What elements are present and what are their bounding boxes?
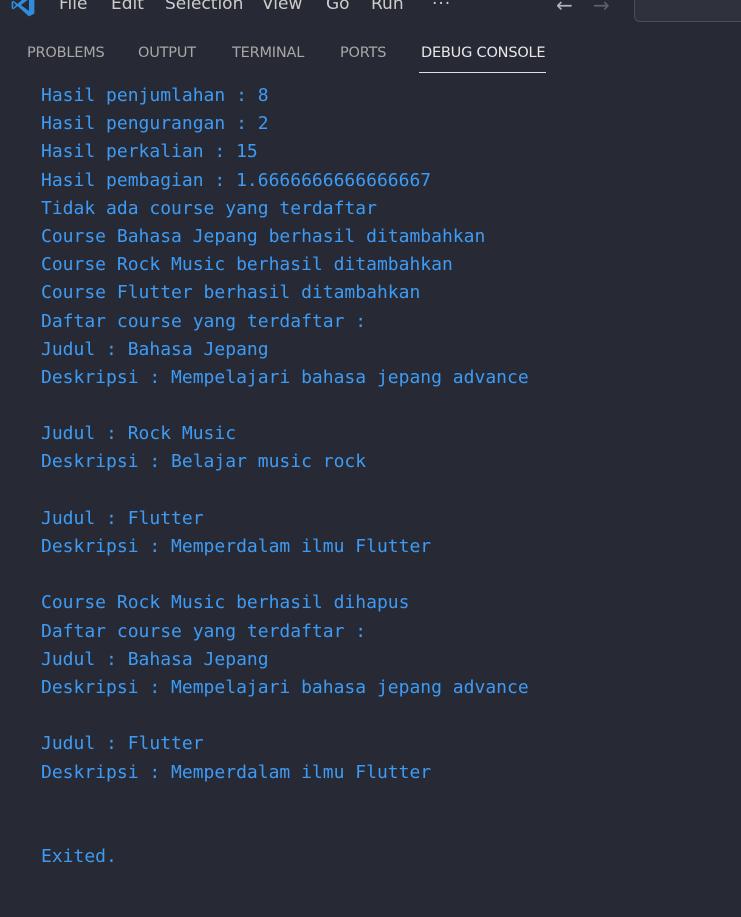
console-line: Judul : Bahasa Jepang: [41, 338, 269, 360]
console-line: Judul : Flutter: [41, 507, 204, 529]
panel-tabs: PROBLEMS OUTPUT TERMINAL PORTS DEBUG CON…: [0, 36, 741, 76]
console-line: Judul : Flutter: [41, 733, 204, 755]
menu-more-icon[interactable]: ···: [432, 0, 451, 14]
tab-ports[interactable]: PORTS: [340, 45, 386, 61]
tab-output[interactable]: OUTPUT: [138, 45, 196, 61]
debug-console-output[interactable]: Hasil penjumlahan : 8 Hasil pengurangan :…: [41, 82, 731, 871]
menu-edit[interactable]: Edit: [111, 0, 144, 14]
console-line: Deskripsi : Memperdalam ilmu Flutter: [41, 536, 432, 557]
console-line: Deskripsi : Mempelajari bahasa jepang ad…: [41, 676, 529, 698]
console-line: Course Rock Music berhasil dihapus: [41, 592, 410, 614]
console-line: Hasil pembagian : 1.6666666666666667: [41, 169, 432, 191]
menu-file[interactable]: File: [59, 0, 87, 14]
console-line: Course Flutter berhasil ditambahkan: [41, 282, 421, 304]
console-line: Course Bahasa Jepang berhasil ditambahka…: [41, 225, 486, 247]
menu-run[interactable]: Run: [371, 0, 404, 14]
console-line: Tidak ada course yang terdaftar: [41, 197, 377, 219]
console-line: Deskripsi : Mempelajari bahasa jepang ad…: [41, 366, 529, 388]
console-line: Deskripsi : Belajar music rock: [41, 451, 367, 473]
active-tab-indicator: [419, 72, 546, 73]
back-arrow-icon[interactable]: ←: [556, 0, 573, 17]
console-line: Hasil penjumlahan : 8: [41, 85, 269, 106]
console-line: Hasil perkalian : 15: [41, 141, 258, 163]
console-line: Exited.: [41, 846, 117, 868]
tab-terminal[interactable]: TERMINAL: [232, 45, 304, 61]
console-line: Judul : Bahasa Jepang: [41, 648, 269, 670]
command-center-search[interactable]: [634, 0, 741, 22]
console-line: Judul : Rock Music: [41, 423, 237, 445]
console-line: Course Rock Music berhasil ditambahkan: [41, 254, 453, 276]
menu-view[interactable]: View: [262, 0, 302, 14]
title-bar: File Edit Selection View Go Run ··· ← →: [0, 0, 741, 22]
forward-arrow-icon[interactable]: →: [593, 0, 610, 17]
console-line: Daftar course yang terdaftar :: [41, 620, 367, 642]
menu-go[interactable]: Go: [326, 0, 350, 14]
tab-debug-console[interactable]: DEBUG CONSOLE: [421, 45, 546, 61]
tab-problems[interactable]: PROBLEMS: [27, 45, 105, 61]
menu-selection[interactable]: Selection: [165, 0, 243, 14]
console-line: Hasil pengurangan : 2: [41, 113, 269, 135]
console-line: Daftar course yang terdaftar :: [41, 310, 367, 332]
vscode-logo-icon: [11, 0, 35, 17]
console-line: Deskripsi : Memperdalam ilmu Flutter: [41, 761, 432, 783]
